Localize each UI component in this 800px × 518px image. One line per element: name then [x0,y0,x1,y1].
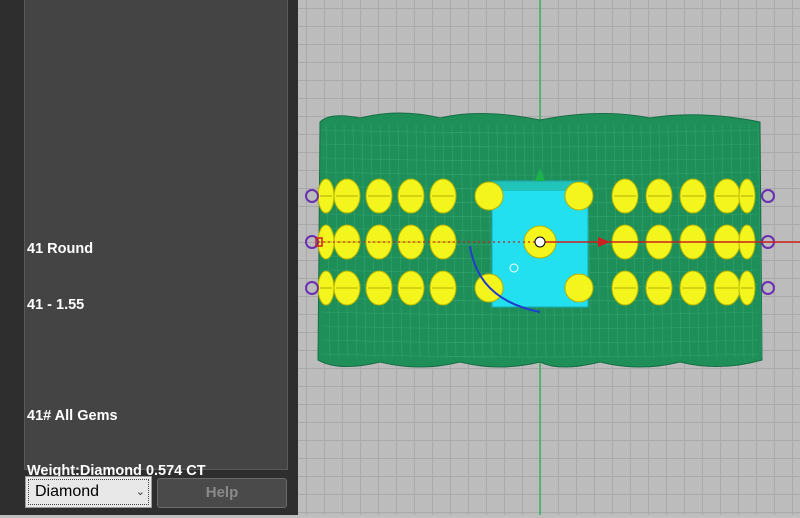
gem-info-panel: 41 Round 41 - 1.55 41# All Gems Weight:D… [24,0,288,479]
info-line-shape: 41 Round [27,241,94,257]
end-prong [761,189,775,203]
help-button[interactable]: Help [157,478,287,508]
info-line-count-size: 41 - 1.55 [27,296,85,313]
end-prong [761,281,775,295]
gem-stone [564,273,594,303]
gem-info-text: 41 Round 41 - 1.55 41# All Gems Weight:D… [27,203,206,518]
gem-stone [564,181,594,211]
ring-model-render[interactable] [298,0,800,515]
info-line-spacer [27,351,206,370]
chevron-down-icon: ⌄ [135,486,145,498]
end-prong [305,189,319,203]
3d-viewport[interactable] [298,0,800,515]
info-line-all-gems: 41# All Gems [27,407,118,424]
gem-stone [474,181,504,211]
material-select[interactable]: Diamond ⌄ [25,476,152,508]
end-prong [305,281,319,295]
material-select-value: Diamond [35,483,100,500]
gumball-center-icon [534,236,546,248]
